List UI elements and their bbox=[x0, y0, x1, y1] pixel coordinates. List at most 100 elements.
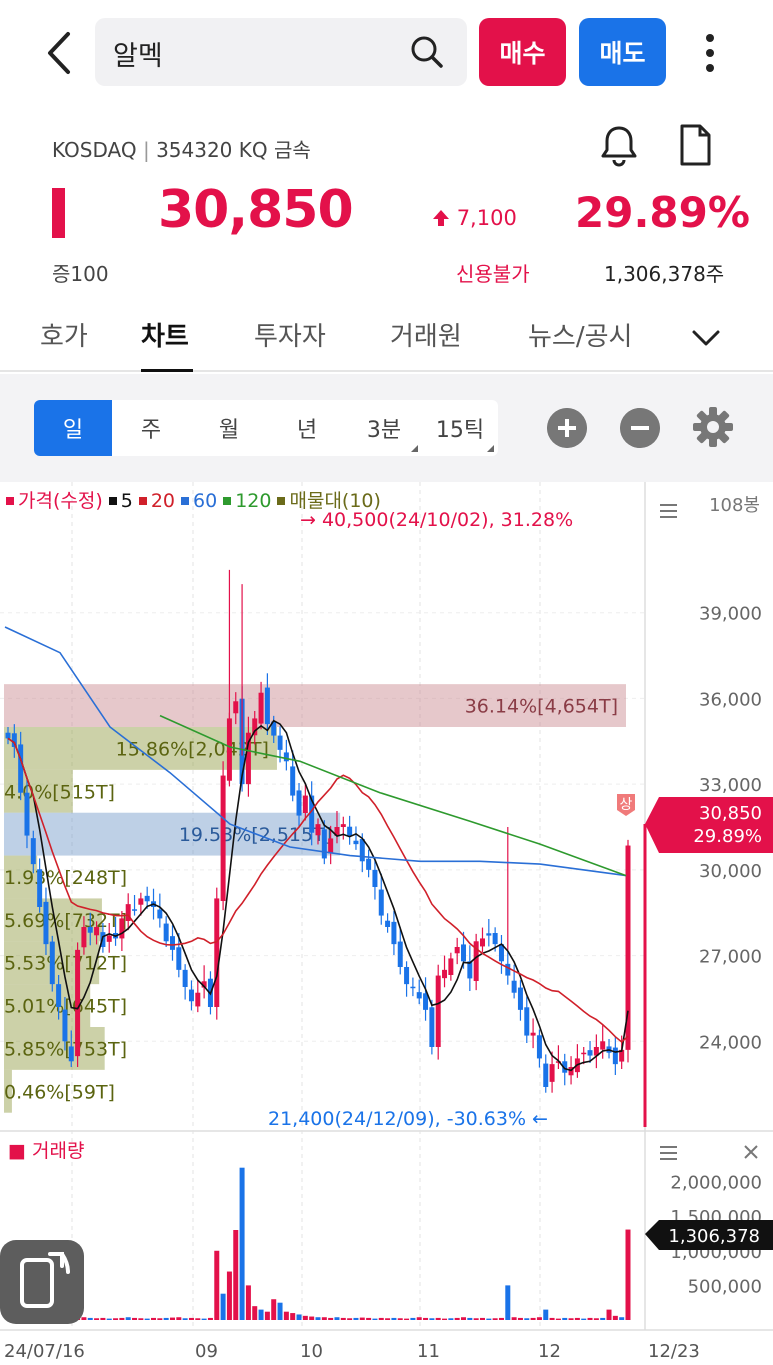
volume-bar bbox=[486, 1318, 492, 1320]
volume-bar bbox=[353, 1317, 359, 1320]
date-tick-label: 11 bbox=[417, 1341, 440, 1362]
volume-bar bbox=[87, 1317, 93, 1320]
volume-bar bbox=[549, 1317, 555, 1320]
chevron-down-icon[interactable] bbox=[686, 320, 726, 356]
candle-body bbox=[30, 838, 36, 865]
volume-bar bbox=[536, 1317, 542, 1320]
candle-body bbox=[410, 986, 416, 989]
volume-bar bbox=[429, 1318, 435, 1320]
candle-body bbox=[454, 947, 460, 954]
rotate-screen-icon bbox=[20, 1252, 70, 1308]
volume-bar bbox=[574, 1317, 580, 1320]
candle-body bbox=[220, 775, 226, 901]
active-tab-indicator bbox=[141, 369, 193, 372]
tab-orderbook[interactable]: 호가 bbox=[40, 316, 88, 353]
document-icon[interactable] bbox=[672, 122, 718, 168]
tab-broker[interactable]: 거래원 bbox=[390, 316, 462, 353]
tab-investor[interactable]: 투자자 bbox=[254, 316, 326, 353]
candle-body bbox=[321, 829, 327, 859]
candle-body bbox=[233, 701, 239, 714]
volume-bar bbox=[125, 1317, 131, 1320]
volume-tick-label: 500,000 bbox=[688, 1276, 762, 1297]
volume-bar bbox=[600, 1317, 606, 1320]
volume-bar bbox=[283, 1311, 289, 1320]
price-chart[interactable]: 39,000 36,000 33,000 30,000 27,000 24,000 108봉… bbox=[0, 482, 773, 1365]
period-day[interactable]: 일 bbox=[34, 400, 112, 456]
volume-bar bbox=[233, 1230, 239, 1320]
search-icon[interactable] bbox=[407, 32, 447, 72]
period-3min[interactable]: 3분 bbox=[346, 400, 422, 456]
volume-bar bbox=[207, 1317, 213, 1320]
candle-body bbox=[214, 898, 220, 1007]
volume-bar bbox=[201, 1318, 207, 1320]
volume-bar bbox=[94, 1318, 100, 1320]
gear-icon[interactable] bbox=[690, 404, 736, 450]
more-options-icon[interactable] bbox=[690, 26, 730, 80]
volume-bar bbox=[188, 1317, 194, 1320]
volume-bar bbox=[524, 1318, 530, 1320]
candle-body bbox=[587, 1050, 593, 1056]
period-week[interactable]: 주 bbox=[112, 400, 190, 456]
candle-body bbox=[600, 1041, 606, 1050]
buy-button[interactable]: 매수 bbox=[479, 18, 566, 86]
date-tick-label: 09 bbox=[195, 1341, 218, 1362]
search-query: 알멕 bbox=[113, 41, 163, 72]
volume-profile-label: 19.53%[2,515T] bbox=[179, 824, 332, 846]
rotate-screen-button[interactable] bbox=[0, 1240, 84, 1324]
price-tick-label: 39,000 bbox=[699, 604, 762, 625]
volume-bar bbox=[555, 1318, 561, 1320]
candle-body bbox=[549, 1064, 555, 1082]
candle-body bbox=[24, 792, 30, 836]
candle-body bbox=[340, 824, 346, 827]
sell-button[interactable]: 매도 bbox=[579, 18, 666, 86]
price-tick-label: 24,000 bbox=[699, 1032, 762, 1053]
volume-bar bbox=[271, 1299, 277, 1320]
volume-bar bbox=[132, 1317, 138, 1320]
volume-bar bbox=[612, 1315, 618, 1320]
date-tick-label: 12/23 bbox=[648, 1341, 700, 1362]
candle-body bbox=[378, 889, 384, 916]
zoom-in-icon[interactable] bbox=[547, 408, 587, 448]
tab-news[interactable]: 뉴스/공시 bbox=[528, 316, 632, 353]
candle-body bbox=[416, 992, 422, 999]
volume-bar bbox=[581, 1318, 587, 1320]
zoom-out-icon[interactable] bbox=[620, 408, 660, 448]
margin-rate: 증100 bbox=[52, 262, 109, 286]
volume-bar bbox=[100, 1317, 106, 1320]
volume-bar bbox=[442, 1318, 448, 1320]
market-name: KOSDAQ bbox=[52, 138, 137, 162]
bell-icon[interactable] bbox=[596, 122, 642, 168]
period-15tick[interactable]: 15틱 bbox=[422, 400, 498, 456]
volume-bar bbox=[397, 1318, 403, 1320]
candle-body bbox=[75, 949, 81, 1057]
search-field[interactable]: 알멕 bbox=[95, 18, 467, 86]
volume-bar bbox=[593, 1318, 599, 1320]
volume-bar bbox=[562, 1317, 568, 1320]
volume-bar bbox=[410, 1317, 416, 1320]
limit-up-label: 상 bbox=[620, 797, 633, 813]
candle-body bbox=[505, 963, 511, 976]
period-month[interactable]: 월 bbox=[190, 400, 268, 456]
volume-bar bbox=[378, 1317, 384, 1320]
volume-bar bbox=[587, 1317, 593, 1320]
candle-body bbox=[467, 961, 473, 979]
candle-count-label: 108봉 bbox=[709, 495, 760, 516]
candle-body bbox=[517, 987, 523, 1010]
tab-chart[interactable]: 차트 bbox=[141, 316, 189, 353]
candle-body bbox=[188, 989, 194, 1002]
legend-swatch bbox=[277, 497, 286, 505]
volume-bar bbox=[366, 1317, 372, 1320]
volume-bar bbox=[144, 1318, 150, 1320]
legend-swatch bbox=[138, 497, 147, 505]
close-icon bbox=[744, 1145, 758, 1159]
legend-label: 5 bbox=[120, 490, 133, 512]
volume-bar bbox=[334, 1317, 340, 1320]
candle-body bbox=[290, 766, 296, 796]
current-volume-label: 1,306,378 bbox=[668, 1226, 760, 1247]
volume-bar bbox=[479, 1317, 485, 1320]
volume-bar bbox=[473, 1318, 479, 1320]
back-icon[interactable] bbox=[38, 26, 82, 80]
volume-bar bbox=[340, 1317, 346, 1320]
period-year[interactable]: 년 bbox=[268, 400, 346, 456]
candle-body bbox=[524, 1007, 530, 1036]
